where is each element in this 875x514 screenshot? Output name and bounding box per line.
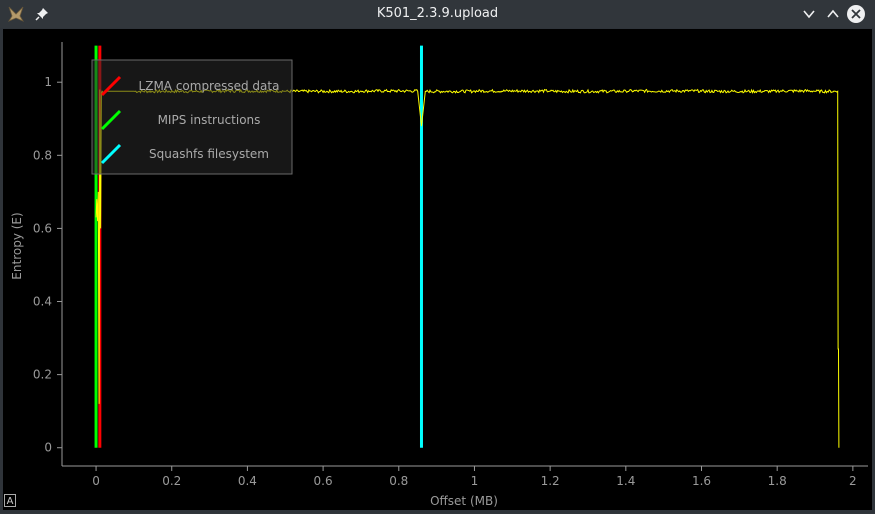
x-tick-label: 2 — [849, 474, 857, 488]
legend-label: MIPS instructions — [158, 113, 261, 127]
app-window: K501_2.3.9.upload 0 0.2 0.4 0.6 0.8 1 1.2 1.4 1.… — [0, 0, 875, 513]
chevron-up-icon — [827, 9, 839, 18]
y-ticks: 0 0.2 0.4 0.6 0.8 1 — [33, 75, 62, 455]
y-axis-label: Entropy (E) — [10, 212, 24, 279]
x-tick-label: 1.6 — [692, 474, 711, 488]
y-tick-label: 0 — [44, 441, 52, 455]
x-tick-label: 0.6 — [314, 474, 333, 488]
x-tick-label: 1 — [471, 474, 479, 488]
corner-a-badge[interactable]: A — [4, 494, 16, 507]
maximize-button[interactable] — [823, 4, 843, 24]
title-bar: K501_2.3.9.upload — [0, 0, 875, 28]
legend: LZMA compressed data MIPS instructions Squ… — [91, 59, 293, 175]
x-tick-label: 1.8 — [768, 474, 787, 488]
window-title: K501_2.3.9.upload — [376, 6, 499, 21]
y-tick-label: 0.2 — [33, 368, 52, 382]
y-tick-label: 0.4 — [33, 295, 52, 309]
x-tick-label: 1.4 — [616, 474, 635, 488]
y-tick-label: 0.8 — [33, 148, 52, 162]
entropy-chart: 0 0.2 0.4 0.6 0.8 1 1.2 1.4 1.6 1.8 2 0 0.2 0.4 0.6 0.… — [10, 42, 868, 508]
close-button[interactable] — [846, 4, 866, 24]
minimize-button[interactable] — [799, 4, 819, 24]
x-tick-label: 0.8 — [389, 474, 408, 488]
x-tick-label: 0 — [92, 474, 100, 488]
close-icon — [847, 5, 865, 23]
y-tick-label: 0.6 — [33, 221, 52, 235]
x-axis-label: Offset (MB) — [430, 494, 498, 508]
x-tick-label: 1.2 — [541, 474, 560, 488]
legend-label: LZMA compressed data — [139, 79, 280, 93]
y-tick-label: 1 — [44, 75, 52, 89]
x-ticks: 0 0.2 0.4 0.6 0.8 1 1.2 1.4 1.6 1.8 2 — [92, 466, 857, 488]
x-tick-label: 0.4 — [238, 474, 257, 488]
plot-area: 0 0.2 0.4 0.6 0.8 1 1.2 1.4 1.6 1.8 2 0 0.2 0.4 0.6 0.… — [3, 29, 872, 510]
legend-label: Squashfs filesystem — [149, 147, 269, 161]
chevron-down-icon — [803, 10, 815, 19]
x-tick-label: 0.2 — [162, 474, 181, 488]
